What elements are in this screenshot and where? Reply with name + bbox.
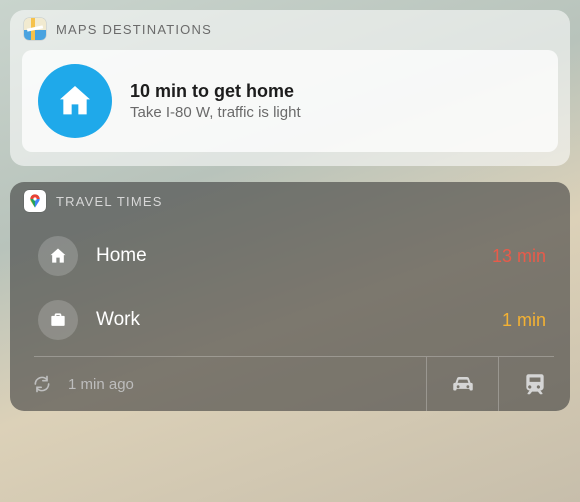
- maps-destinations-widget: MAPS DESTINATIONS 10 min to get home Tak…: [10, 10, 570, 166]
- google-maps-icon: [24, 190, 46, 212]
- refresh-icon: [32, 374, 52, 394]
- travel-label: Work: [96, 309, 484, 331]
- car-icon: [450, 371, 476, 397]
- travel-label: Home: [96, 245, 474, 267]
- travel-row-home[interactable]: Home 13 min: [10, 224, 570, 288]
- briefcase-icon: [38, 300, 78, 340]
- destination-card[interactable]: 10 min to get home Take I-80 W, traffic …: [22, 50, 558, 152]
- widget-header: MAPS DESTINATIONS: [10, 10, 570, 46]
- home-icon: [38, 64, 112, 138]
- widget-header: TRAVEL TIMES: [10, 182, 570, 218]
- destination-subtitle: Take I-80 W, traffic is light: [130, 103, 301, 123]
- apple-maps-icon: [24, 18, 46, 40]
- destination-title: 10 min to get home: [130, 79, 301, 103]
- home-icon: [38, 236, 78, 276]
- widget-footer: 1 min ago: [10, 357, 570, 411]
- mode-car-button[interactable]: [426, 357, 498, 411]
- widget-title: MAPS DESTINATIONS: [56, 22, 212, 37]
- travel-times-widget: TRAVEL TIMES Home 13 min Work 1 min: [10, 182, 570, 411]
- train-icon: [522, 371, 548, 397]
- last-updated-label: 1 min ago: [60, 357, 426, 411]
- travel-time: 1 min: [502, 310, 546, 331]
- travel-time: 13 min: [492, 246, 546, 267]
- refresh-button[interactable]: [10, 357, 60, 411]
- travel-times-list: Home 13 min Work 1 min 1 min ago: [10, 218, 570, 411]
- mode-transit-button[interactable]: [498, 357, 570, 411]
- widget-title: TRAVEL TIMES: [56, 194, 163, 209]
- destination-text: 10 min to get home Take I-80 W, traffic …: [130, 79, 301, 124]
- travel-row-work[interactable]: Work 1 min: [10, 288, 570, 352]
